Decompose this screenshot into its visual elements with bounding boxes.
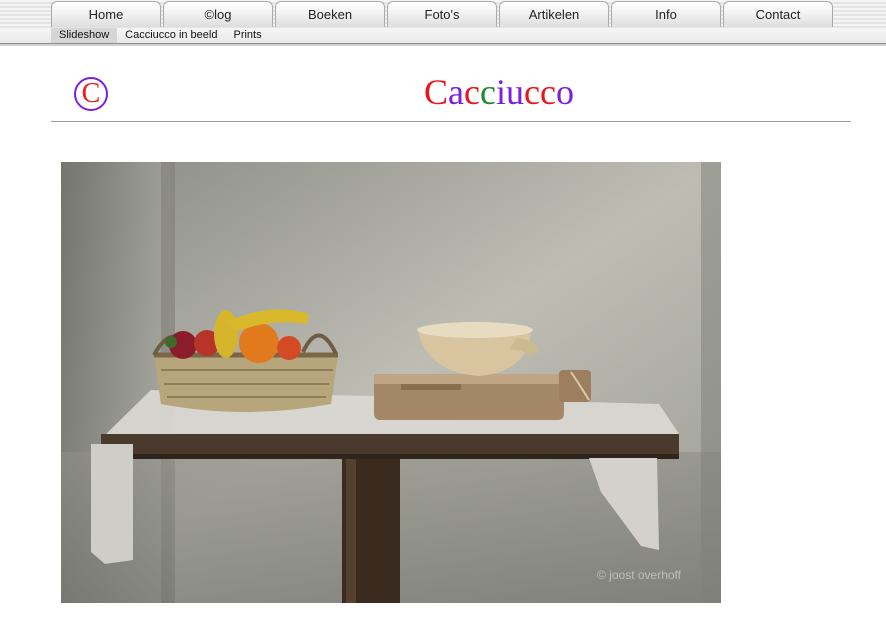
still-life-image [61, 162, 721, 603]
tab-home[interactable]: Home [51, 1, 161, 27]
nav-divider [0, 44, 886, 46]
tab-blog[interactable]: ©log [163, 1, 273, 27]
title-letter: u [506, 72, 525, 112]
tab-artikelen[interactable]: Artikelen [499, 1, 609, 27]
title-letter: C [424, 72, 449, 112]
site-title: Cacciucco [424, 72, 574, 112]
title-letter: i [495, 72, 507, 112]
tab-contact[interactable]: Contact [723, 1, 833, 27]
site-logo[interactable]: C [74, 77, 108, 111]
sub-nav: Slideshow Cacciucco in beeld Prints [0, 28, 886, 44]
tab-info[interactable]: Info [611, 1, 721, 27]
tab-fotos[interactable]: Foto's [387, 1, 497, 27]
tab-boeken[interactable]: Boeken [275, 1, 385, 27]
title-letter: c [464, 72, 481, 112]
title-letter: o [555, 72, 574, 112]
title-letter: c [539, 72, 556, 112]
subtab-slideshow[interactable]: Slideshow [51, 28, 118, 43]
subtab-cacciucco-in-beeld[interactable]: Cacciucco in beeld [117, 28, 225, 43]
title-letter: c [480, 72, 496, 112]
main-nav: Home ©log Boeken Foto's Artikelen Info C… [51, 1, 835, 28]
slideshow-photo[interactable] [61, 162, 721, 603]
top-tab-bar: Home ©log Boeken Foto's Artikelen Info C… [0, 0, 886, 28]
header-divider [51, 121, 851, 122]
title-letter: c [524, 72, 540, 112]
photo-credit: © joost overhoff [597, 568, 681, 582]
title-letter: a [448, 72, 465, 112]
subtab-prints[interactable]: Prints [225, 28, 269, 43]
